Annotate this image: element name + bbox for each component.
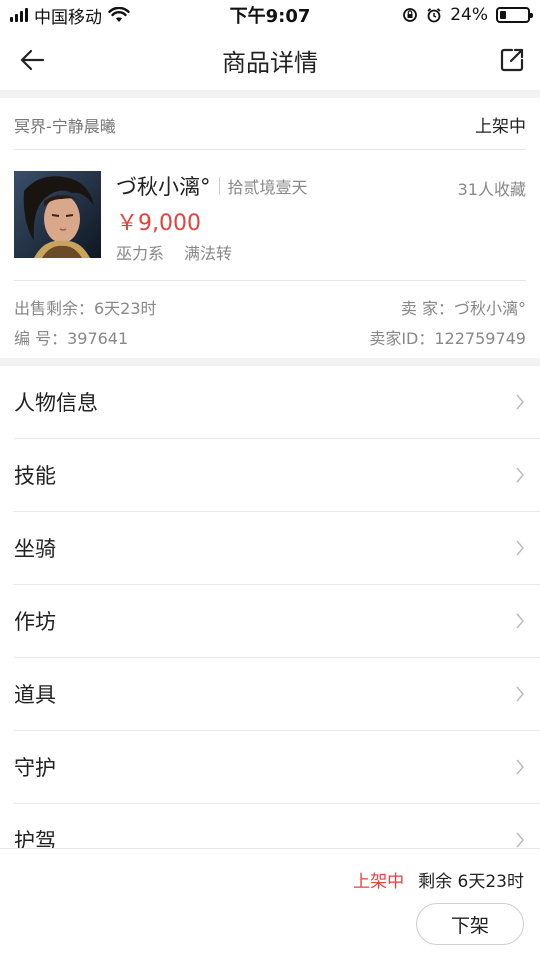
nav-bar: 商品详情 [0, 30, 540, 90]
share-external-icon [500, 48, 524, 72]
menu-item-label: 坐骑 [14, 537, 56, 561]
name-divider [218, 177, 220, 195]
menu-item-label: 人物信息 [14, 391, 98, 415]
menu-item-workshop[interactable]: 作坊 [14, 585, 540, 658]
status-left: 中国移动 [10, 3, 130, 28]
detail-menu: 人物信息 技能 坐骑 作坊 道具 守护 护驾 [14, 366, 540, 877]
menu-item-character-info[interactable]: 人物信息 [14, 366, 540, 439]
favorites-count: 31人收藏 [457, 180, 526, 199]
listing-status: 上架中 [475, 117, 526, 137]
back-button[interactable] [14, 42, 50, 78]
remaining-time: 出售剩余：6天23时 [14, 299, 157, 318]
section-divider [0, 358, 540, 366]
chevron-right-icon [516, 540, 524, 556]
menu-item-label: 技能 [14, 464, 56, 488]
product-card[interactable]: づ秋小漓° 拾贰境壹天 31人收藏 ￥9,000 巫力系 满法转 [14, 150, 526, 281]
price: ￥9,000 [116, 211, 201, 236]
bottom-remaining-time: 剩余 6天23时 [418, 872, 524, 892]
menu-item-guardian[interactable]: 守护 [14, 731, 540, 804]
chevron-right-icon [516, 832, 524, 848]
rotation-lock-icon [403, 8, 418, 22]
battery-icon [496, 7, 533, 23]
arrow-left-icon [20, 49, 45, 71]
bottom-bar: 上架中 剩余 6天23时 下架 [0, 848, 540, 960]
wifi-icon [108, 7, 130, 22]
bottom-status: 上架中 剩余 6天23时 [353, 867, 524, 892]
menu-item-label: 道具 [14, 683, 56, 707]
delist-button[interactable]: 下架 [416, 903, 524, 945]
menu-item-mounts[interactable]: 坐骑 [14, 512, 540, 585]
chevron-right-icon [516, 686, 524, 702]
product-info: づ秋小漓° 拾贰境壹天 31人收藏 ￥9,000 巫力系 满法转 [116, 172, 526, 264]
item-id: 编 号：397641 [14, 329, 129, 348]
menu-item-label: 作坊 [14, 610, 56, 634]
chevron-right-icon [516, 759, 524, 775]
menu-item-label: 守护 [14, 756, 56, 780]
chevron-right-icon [516, 394, 524, 410]
chevron-right-icon [516, 467, 524, 483]
menu-item-skills[interactable]: 技能 [14, 439, 540, 512]
seller-id: 卖家ID：122759749 [369, 329, 526, 348]
menu-item-items[interactable]: 道具 [14, 658, 540, 731]
page-title: 商品详情 [222, 48, 318, 77]
alarm-icon [427, 8, 441, 23]
tag-list: 巫力系 满法转 [116, 240, 526, 264]
tag: 满法转 [184, 244, 233, 263]
chevron-right-icon [516, 613, 524, 629]
character-server: 拾贰境壹天 [227, 178, 308, 197]
bottom-listing-status: 上架中 [353, 872, 405, 892]
signal-icon [10, 8, 28, 22]
seller-name: 卖 家：づ秋小漓° [400, 299, 526, 318]
server-name: 冥界-宁静晨曦 [14, 116, 116, 136]
status-bar: 中国移动 下午9:07 24% [0, 0, 540, 30]
battery-percent: 24% [450, 5, 488, 25]
tag: 巫力系 [116, 244, 165, 263]
character-avatar [14, 171, 101, 258]
status-right: 24% [402, 5, 533, 25]
server-row: 冥界-宁静晨曦 上架中 [14, 100, 526, 150]
section-divider [0, 90, 540, 98]
sale-meta: 出售剩余：6天23时 卖 家：づ秋小漓° 编 号：397641 卖家ID：122… [14, 282, 526, 358]
carrier-label: 中国移动 [34, 7, 102, 28]
share-button[interactable] [494, 42, 530, 78]
character-name: づ秋小漓° [116, 175, 211, 199]
